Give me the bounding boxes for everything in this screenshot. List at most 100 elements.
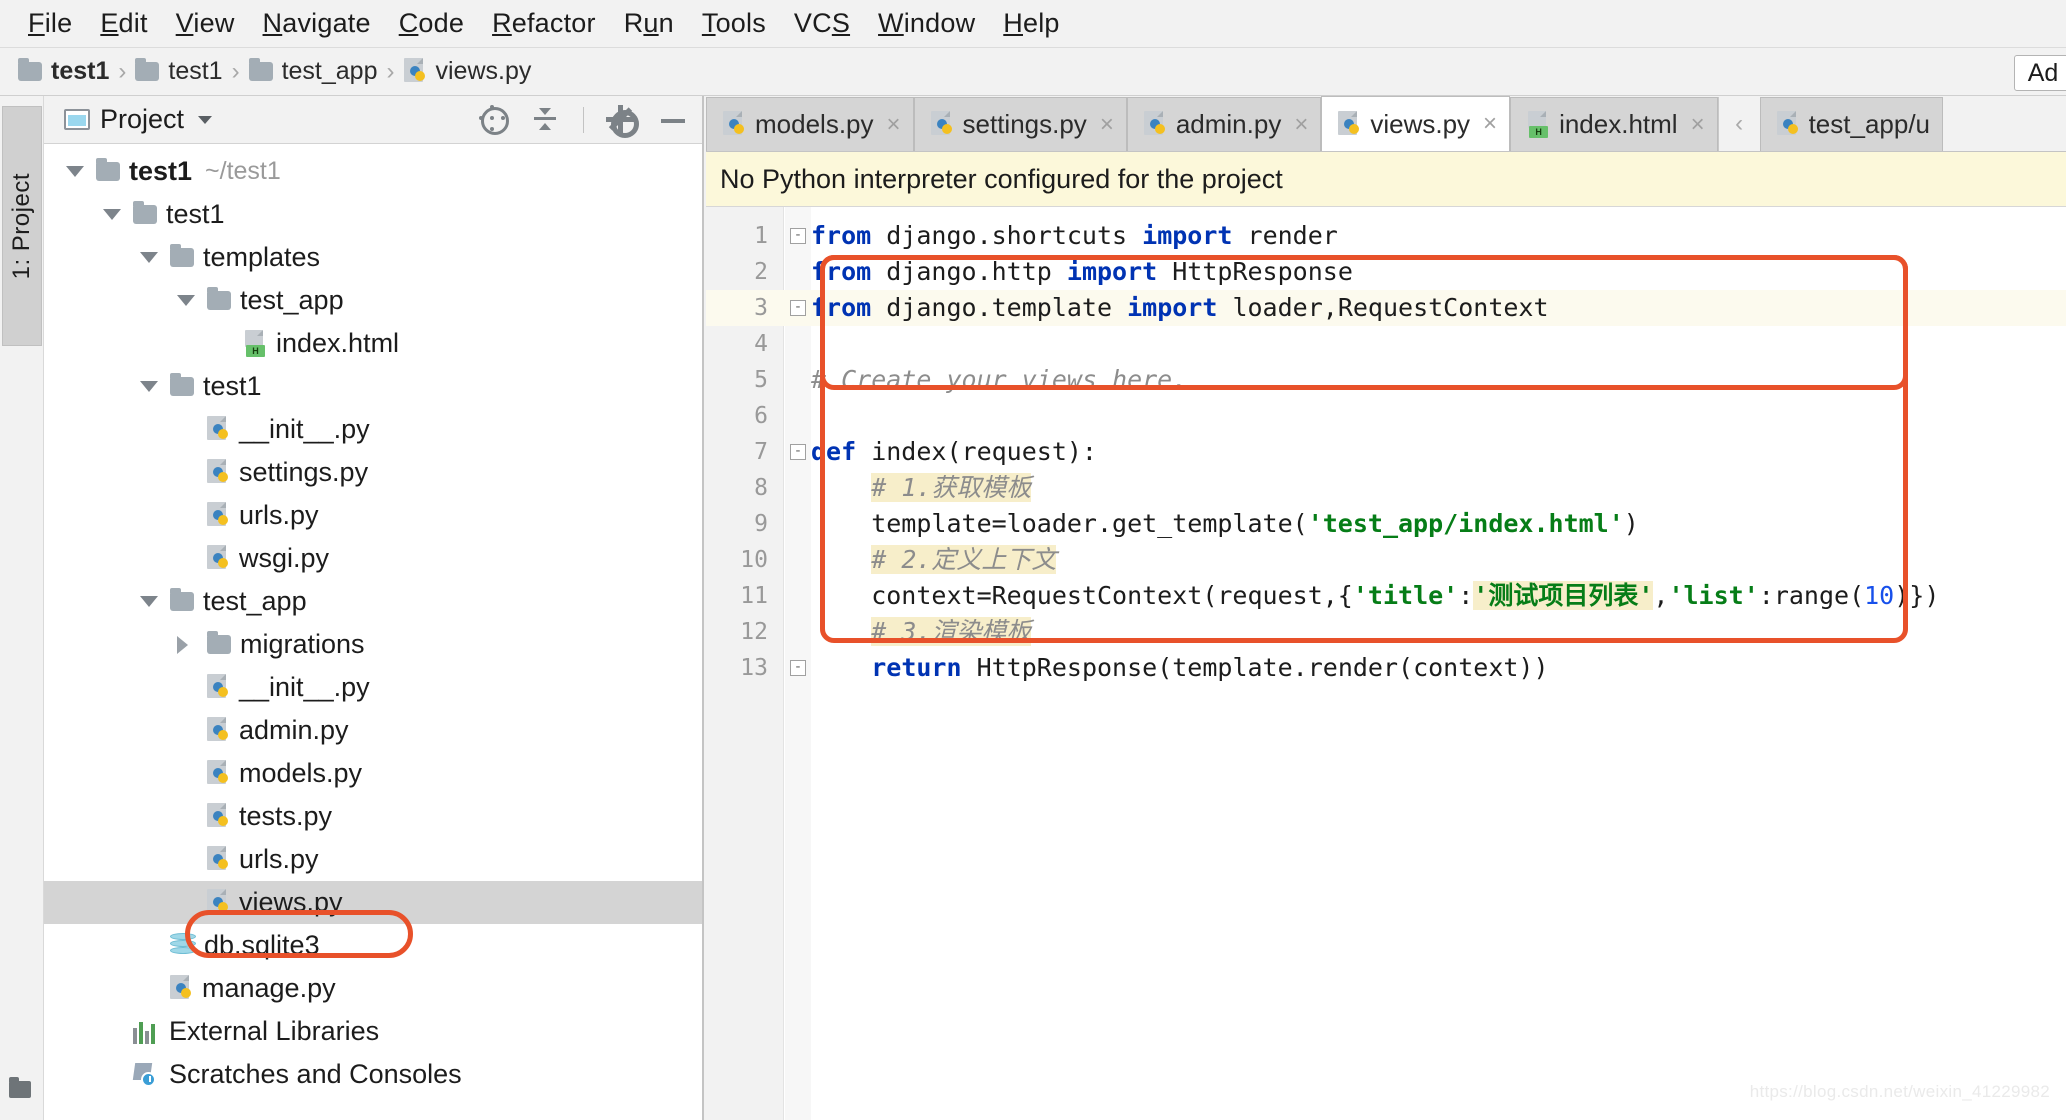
tree-item-test1[interactable]: test1 bbox=[44, 365, 702, 408]
menu-item-vcs[interactable]: VCS bbox=[780, 8, 864, 39]
editor-tab-index-html[interactable]: Hindex.html × bbox=[1510, 97, 1718, 151]
tree-item-label: templates bbox=[203, 242, 321, 272]
tree-item-migrations[interactable]: migrations bbox=[44, 623, 702, 666]
close-icon[interactable]: × bbox=[887, 112, 901, 137]
close-icon[interactable]: × bbox=[1294, 112, 1308, 137]
close-icon[interactable]: × bbox=[1691, 112, 1705, 137]
chevron-down-icon[interactable] bbox=[140, 252, 170, 263]
project-panel-title: Project bbox=[100, 104, 185, 134]
editor-tab-models-py[interactable]: models.py × bbox=[706, 97, 914, 151]
menu-item-edit[interactable]: Edit bbox=[86, 8, 161, 39]
menu-item-navigate[interactable]: Navigate bbox=[249, 8, 385, 39]
editor-tab-label: views.py bbox=[1370, 108, 1471, 139]
tree-item-label: __init__.py bbox=[239, 414, 370, 444]
menu-item-run[interactable]: Run bbox=[610, 8, 688, 39]
locate-target-icon[interactable] bbox=[479, 105, 509, 135]
menu-item-file[interactable]: File bbox=[14, 8, 86, 39]
code-line: 4 bbox=[706, 326, 2066, 362]
line-number: 6 bbox=[754, 403, 768, 429]
line-number: 13 bbox=[740, 655, 768, 681]
tree-item-test1[interactable]: test1 ~/test1 bbox=[44, 150, 702, 193]
python-file-icon bbox=[207, 459, 231, 486]
breadcrumb-item-test1[interactable]: test1 bbox=[135, 57, 223, 86]
chevron-down-icon[interactable] bbox=[140, 596, 170, 607]
tree-item-label: models.py bbox=[239, 758, 363, 788]
tree-item-urls-py[interactable]: urls.py bbox=[44, 838, 702, 881]
tree-item-wsgi-py[interactable]: wsgi.py bbox=[44, 537, 702, 580]
fold-marker-icon[interactable]: - bbox=[790, 660, 806, 676]
tree-item-test1[interactable]: test1 bbox=[44, 193, 702, 236]
menu-item-refactor[interactable]: Refactor bbox=[478, 8, 610, 39]
chevron-down-icon[interactable] bbox=[198, 115, 213, 124]
tree-item-label: tests.py bbox=[239, 801, 333, 831]
tree-item-admin-py[interactable]: admin.py bbox=[44, 709, 702, 752]
line-number: 10 bbox=[740, 547, 768, 573]
chevron-down-icon[interactable] bbox=[140, 381, 170, 392]
gear-icon[interactable] bbox=[606, 105, 639, 138]
tree-item-scratches-and-consoles[interactable]: Scratches and Consoles bbox=[44, 1053, 702, 1096]
tree-item---init---py[interactable]: __init__.py bbox=[44, 408, 702, 451]
close-icon[interactable]: × bbox=[1100, 112, 1114, 137]
fold-marker-icon[interactable]: - bbox=[790, 300, 806, 316]
chevron-down-icon[interactable] bbox=[66, 166, 96, 177]
editor-tab-label: settings.py bbox=[962, 109, 1087, 139]
chevron-right-icon[interactable] bbox=[177, 635, 207, 654]
tree-item-settings-py[interactable]: settings.py bbox=[44, 451, 702, 494]
breadcrumb-item-views-py[interactable]: views.py bbox=[403, 57, 531, 86]
menu-item-view[interactable]: View bbox=[162, 8, 249, 39]
editor-tab-views-py[interactable]: views.py × bbox=[1321, 96, 1511, 151]
tree-item-test-app[interactable]: test_app bbox=[44, 279, 702, 322]
tree-item-views-py[interactable]: views.py bbox=[44, 881, 702, 924]
line-number: 8 bbox=[754, 475, 768, 501]
collapse-all-icon[interactable] bbox=[531, 105, 561, 135]
tree-item-label: urls.py bbox=[239, 844, 319, 874]
minimize-icon[interactable] bbox=[658, 105, 688, 135]
chevron-down-icon[interactable] bbox=[103, 209, 133, 220]
code-editor[interactable]: 1- from django.shortcuts import render 2 fr… bbox=[706, 207, 2066, 1120]
add-button[interactable]: Ad bbox=[2014, 55, 2066, 91]
python-file-icon bbox=[207, 502, 231, 529]
line-number: 11 bbox=[740, 583, 768, 609]
left-tool-strip: 1: Project bbox=[0, 96, 44, 1120]
tree-item---init---py[interactable]: __init__.py bbox=[44, 666, 702, 709]
fold-marker-icon[interactable]: - bbox=[790, 444, 806, 460]
tree-item-path: ~/test1 bbox=[205, 157, 281, 185]
editor-tab-test-app-u[interactable]: test_app/u bbox=[1759, 97, 1944, 151]
editor-tab-admin-py[interactable]: admin.py × bbox=[1126, 97, 1322, 151]
tree-item-manage-py[interactable]: manage.py bbox=[44, 967, 702, 1010]
tool-window-button-project[interactable]: 1: Project bbox=[2, 106, 42, 346]
tree-item-models-py[interactable]: models.py bbox=[44, 752, 702, 795]
chevron-down-icon[interactable] bbox=[177, 295, 207, 306]
menu-item-tools[interactable]: Tools bbox=[688, 8, 780, 39]
tree-item-external-libraries[interactable]: External Libraries bbox=[44, 1010, 702, 1053]
python-file-icon bbox=[170, 975, 194, 1002]
line-number: 4 bbox=[754, 331, 768, 357]
tree-item-urls-py[interactable]: urls.py bbox=[44, 494, 702, 537]
close-icon[interactable]: × bbox=[1483, 112, 1497, 136]
interpreter-warning-banner: No Python interpreter configured for the… bbox=[706, 152, 2066, 207]
folder-icon bbox=[18, 58, 42, 81]
tree-item-tests-py[interactable]: tests.py bbox=[44, 795, 702, 838]
tree-item-index-html[interactable]: Hindex.html bbox=[44, 322, 702, 365]
fold-marker-icon[interactable]: - bbox=[790, 228, 806, 244]
tree-item-label: db.sqlite3 bbox=[204, 930, 320, 960]
tree-item-templates[interactable]: templates bbox=[44, 236, 702, 279]
tree-item-test-app[interactable]: test_app bbox=[44, 580, 702, 623]
tool-window-label-project: 1: Project bbox=[8, 172, 35, 280]
python-file-icon bbox=[207, 545, 231, 572]
breadcrumb-item-label: test1 bbox=[168, 57, 223, 85]
menu-item-help[interactable]: Help bbox=[989, 8, 1073, 39]
editor-tab-settings-py[interactable]: settings.py × bbox=[913, 97, 1127, 151]
menu-item-code[interactable]: Code bbox=[385, 8, 478, 39]
code-line: 8 # 1.获取模板 bbox=[706, 470, 2066, 506]
tab-scroll-left-icon[interactable]: ‹ bbox=[1717, 97, 1760, 151]
line-number: 12 bbox=[740, 619, 768, 645]
breadcrumb-item-test-app[interactable]: test_app bbox=[248, 57, 378, 86]
menu-item-window[interactable]: Window bbox=[864, 8, 989, 39]
code-line-text: def index(request): bbox=[811, 437, 1097, 466]
code-line-text: from django.http import HttpResponse bbox=[811, 257, 1353, 286]
tree-item-db-sqlite3[interactable]: db.sqlite3 bbox=[44, 924, 702, 967]
breadcrumb-item-test1[interactable]: test1 bbox=[18, 57, 109, 86]
code-line-text: # 3.渲染模板 bbox=[871, 617, 1032, 646]
folder-icon bbox=[9, 1077, 31, 1098]
